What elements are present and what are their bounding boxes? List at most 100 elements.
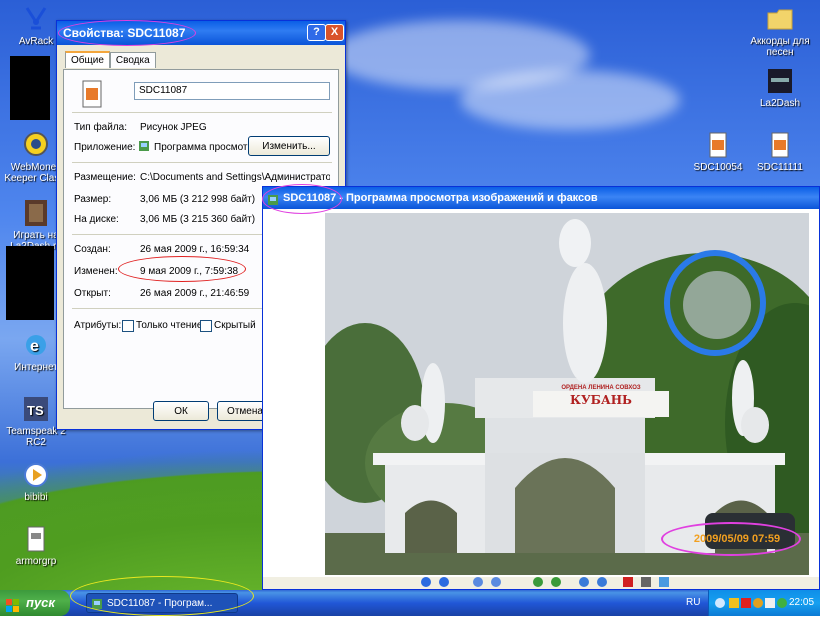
icon-label: armorgrp	[15, 556, 57, 567]
rotate-left-icon[interactable]	[579, 577, 589, 587]
sign-top-text: ОРДЕНА ЛЕНИНА СОВХОЗ	[561, 385, 641, 391]
help-button[interactable]: ?	[307, 24, 326, 41]
modified-value: 9 мая 2009 г., 7:59:38	[140, 266, 239, 277]
readonly-label: Только чтение	[136, 320, 203, 331]
cloud	[460, 70, 680, 130]
prev-image-icon[interactable]	[421, 577, 431, 587]
modified-label: Изменен:	[74, 266, 118, 277]
start-button[interactable]: пуск	[0, 590, 70, 616]
viewer-app-icon	[138, 140, 150, 152]
close-button[interactable]: X	[325, 24, 344, 41]
taskbar: пуск SDC11087 - Програм... RU 22:05	[0, 576, 820, 616]
hidden-checkbox[interactable]	[200, 320, 212, 332]
icon-label: Аккорды для песен	[750, 36, 810, 58]
created-label: Создан:	[74, 244, 111, 255]
change-app-button[interactable]: Изменить...	[248, 136, 330, 156]
delete-icon[interactable]	[623, 577, 633, 587]
icon-label: SDC10054	[693, 162, 743, 173]
rotate-right-icon[interactable]	[597, 577, 607, 587]
tray-network-icon[interactable]	[765, 598, 775, 608]
jpeg-icon	[703, 130, 733, 160]
media-icon	[21, 460, 51, 490]
actual-size-icon[interactable]	[491, 577, 501, 587]
opened-label: Открыт:	[74, 288, 111, 299]
filetype-value: Рисунок JPEG	[140, 122, 207, 133]
windows-logo-icon	[6, 596, 20, 612]
desktop-icon-chords-folder[interactable]: Аккорды для песен	[744, 4, 816, 58]
tab-general[interactable]: Общие	[65, 51, 110, 68]
ondisk-label: На диске:	[74, 214, 119, 225]
folder-icon	[765, 4, 795, 34]
divider	[72, 112, 332, 113]
size-value: 3,06 МБ (3 212 998 байт)	[140, 194, 256, 205]
viewer-toolbar	[263, 577, 819, 589]
desktop-icon-la2dash[interactable]: La2Dash	[744, 66, 816, 109]
properties-tabs: Общие Сводка	[65, 51, 156, 69]
svg-text:e: e	[30, 338, 39, 355]
jpeg-icon	[765, 130, 795, 160]
taskbar-item-viewer[interactable]: SDC11087 - Програм...	[86, 593, 238, 613]
la2dash-icon	[765, 66, 795, 96]
desktop-icon-sdc11111[interactable]: SDC11111	[744, 130, 816, 173]
properties-title: Свойства: SDC11087	[63, 26, 186, 40]
tray-shield-icon[interactable]	[741, 598, 751, 608]
jpeg-file-icon	[80, 80, 104, 108]
filetype-label: Тип файла:	[74, 122, 127, 133]
tray-volume-icon[interactable]	[777, 598, 787, 608]
divider	[72, 162, 332, 163]
icon-label: bibibi	[24, 492, 48, 503]
desktop-icon-armorgrp[interactable]: armorgrp	[0, 524, 72, 567]
location-value: C:\Documents and Settings\Администратор\…	[140, 172, 330, 183]
tray-back-icon[interactable]	[715, 598, 725, 608]
doc-icon	[21, 524, 51, 554]
image-viewer-window: SDC11087 - Программа просмотра изображен…	[262, 186, 820, 590]
webmoney-icon	[21, 130, 51, 160]
opened-value: 26 мая 2009 г., 21:46:59	[140, 288, 250, 299]
language-indicator[interactable]: RU	[686, 590, 700, 616]
created-value: 26 мая 2009 г., 16:59:34	[140, 244, 250, 255]
viewer-app-icon	[267, 192, 279, 205]
application-value: Программа просмотр	[154, 142, 254, 153]
icon-label: Интернет	[14, 362, 58, 373]
properties-titlebar[interactable]: Свойства: SDC11087 ? X	[57, 21, 345, 45]
icon-label: La2Dash	[759, 98, 801, 109]
zoom-in-icon[interactable]	[533, 577, 543, 587]
print-icon[interactable]	[641, 577, 651, 587]
icon-label: SDC11111	[757, 162, 803, 173]
location-label: Размещение:	[74, 172, 136, 183]
filename-field[interactable]: SDC11087	[134, 82, 330, 100]
save-icon[interactable]	[659, 577, 669, 587]
size-label: Размер:	[74, 194, 112, 205]
teamspeak-icon: TS	[21, 394, 51, 424]
clock: 22:05	[789, 597, 815, 608]
taskbar-item-label: SDC11087 - Програм...	[107, 598, 213, 609]
redacted-block	[6, 246, 54, 320]
ondisk-value: 3,06 МБ (3 215 360 байт)	[140, 214, 256, 225]
next-image-icon[interactable]	[439, 577, 449, 587]
ok-button[interactable]: ОК	[153, 401, 209, 421]
redacted-block	[10, 56, 50, 120]
icon-label: AvRack	[18, 36, 54, 47]
application-label: Приложение:	[74, 142, 136, 153]
sign-main-text: КУБАНЬ	[570, 393, 632, 407]
avrack-icon	[21, 4, 51, 34]
svg-text:TS: TS	[27, 403, 44, 418]
system-tray: 22:05	[708, 590, 820, 616]
photo-timestamp: 2009/05/09 07:59	[693, 533, 781, 545]
readonly-checkbox[interactable]	[122, 320, 134, 332]
desktop-icon-media[interactable]: bibibi	[0, 460, 72, 503]
tab-summary[interactable]: Сводка	[109, 52, 156, 68]
viewer-titlebar[interactable]: SDC11087 - Программа просмотра изображен…	[263, 187, 819, 209]
zoom-out-icon[interactable]	[551, 577, 561, 587]
photo[interactable]: ОРДЕНА ЛЕНИНА СОВХОЗ КУБАНЬ 2009/05/09 0…	[325, 213, 809, 575]
best-fit-icon[interactable]	[473, 577, 483, 587]
attributes-label: Атрибуты:	[74, 320, 122, 331]
viewer-app-icon	[91, 598, 103, 610]
viewer-title: SDC11087 - Программа просмотра изображен…	[283, 192, 598, 204]
hidden-label: Скрытый	[214, 320, 256, 331]
tray-app-icon[interactable]	[729, 598, 739, 608]
game-icon	[21, 198, 51, 228]
tray-webmoney-icon[interactable]	[753, 598, 763, 608]
start-label: пуск	[26, 595, 55, 610]
ie-icon: e	[21, 330, 51, 360]
